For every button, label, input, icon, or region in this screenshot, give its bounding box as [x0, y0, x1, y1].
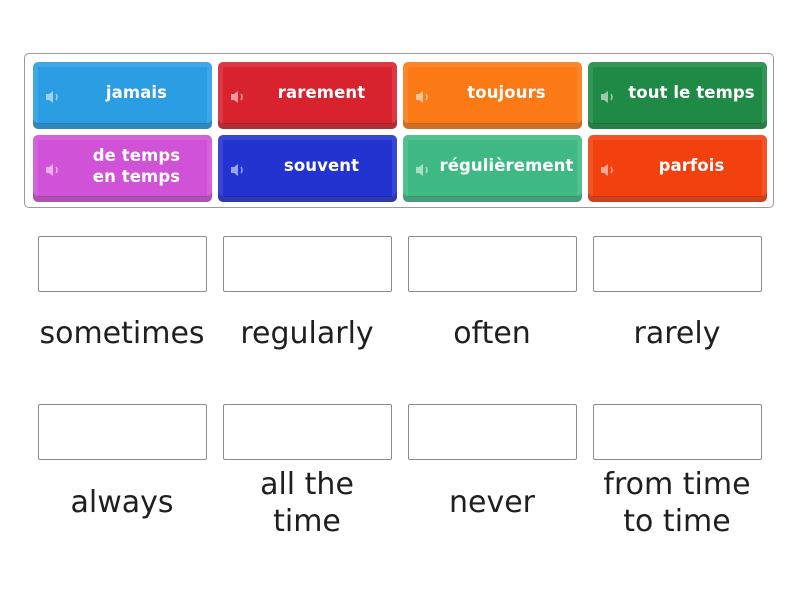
speaker-icon[interactable]	[415, 162, 433, 176]
speaker-icon[interactable]	[45, 89, 63, 103]
target-word: rarely	[633, 316, 721, 351]
speaker-icon[interactable]	[230, 89, 248, 103]
drop-zone-rarely[interactable]	[593, 236, 762, 292]
answer-tile-souvent[interactable]: souvent	[218, 135, 397, 202]
drop-zone-never[interactable]	[408, 404, 577, 460]
drop-zone-from-time-to-time[interactable]	[593, 404, 762, 460]
speaker-icon[interactable]	[600, 162, 618, 176]
answer-tile-tout-le-temps[interactable]: tout le temps	[588, 62, 767, 129]
answer-tile-toujours[interactable]: toujours	[403, 62, 582, 129]
drop-zone-sometimes[interactable]	[38, 236, 207, 292]
speaker-icon[interactable]	[600, 89, 618, 103]
drop-zone-always[interactable]	[38, 404, 207, 460]
speaker-icon[interactable]	[415, 89, 433, 103]
tile-label: souvent	[283, 156, 360, 175]
answer-tile-regulierement[interactable]: régulièrement	[403, 135, 582, 202]
tile-label: toujours	[467, 83, 546, 102]
target-word: from time to time	[603, 467, 751, 539]
answer-tile-rarement[interactable]: rarement	[218, 62, 397, 129]
tile-label: tout le temps	[628, 83, 755, 102]
tile-label: de temps en temps	[92, 145, 181, 186]
answer-tile-jamais[interactable]: jamais	[33, 62, 212, 129]
target-word: often	[453, 316, 531, 351]
tile-label: régulièrement	[439, 156, 574, 175]
target-word: regularly	[240, 316, 374, 351]
target-word: sometimes	[39, 316, 205, 351]
target-word: all the time	[260, 467, 354, 539]
tile-label: jamais	[105, 83, 168, 102]
tile-label: parfois	[658, 156, 725, 175]
drop-zone-all-the-time[interactable]	[223, 404, 392, 460]
target-word: never	[448, 485, 535, 520]
speaker-icon[interactable]	[230, 162, 248, 176]
speaker-icon[interactable]	[45, 162, 63, 176]
target-word: always	[70, 485, 174, 520]
drop-zone-often[interactable]	[408, 236, 577, 292]
answer-tile-de-temps-en-temps[interactable]: de temps en temps	[33, 135, 212, 202]
drop-zone-regularly[interactable]	[223, 236, 392, 292]
answer-tile-parfois[interactable]: parfois	[588, 135, 767, 202]
tile-label: rarement	[277, 83, 366, 102]
